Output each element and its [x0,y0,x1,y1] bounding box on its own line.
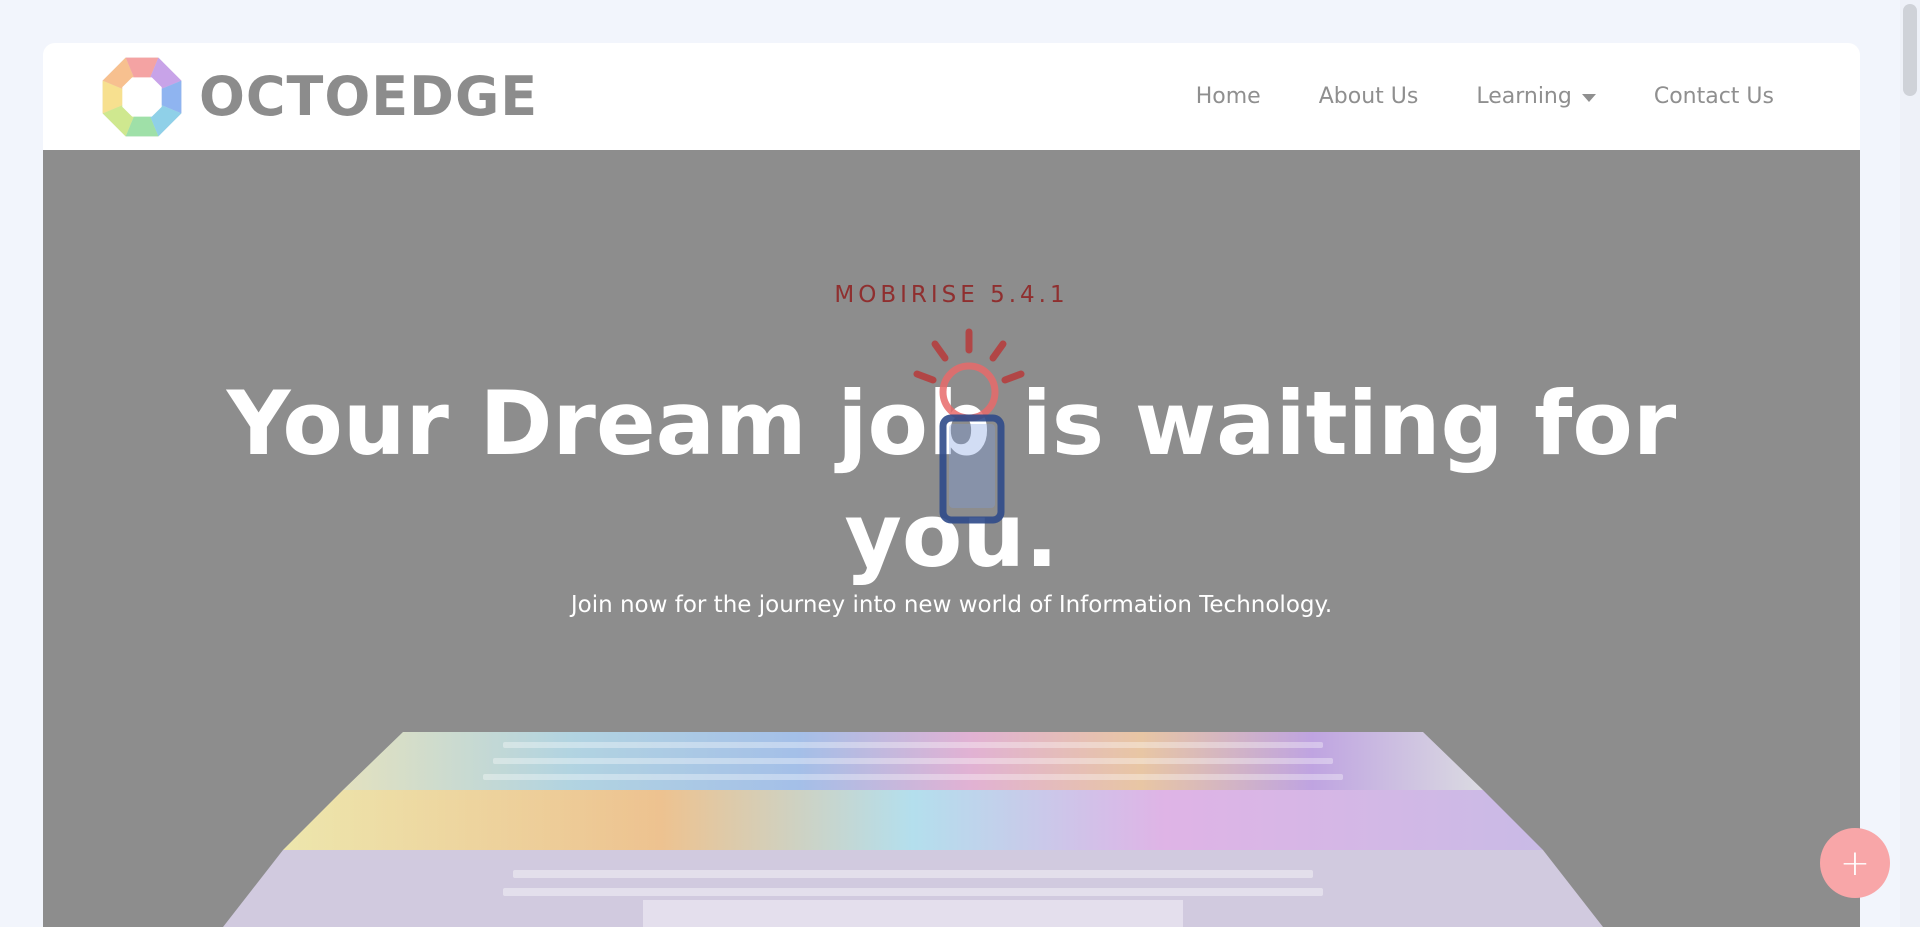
brand-link[interactable]: OCTOEDGE [101,56,538,138]
nav-learning-label: Learning [1476,84,1572,109]
hero-headline: Your Dream job is waiting for you. [226,372,1677,587]
site-header: OCTOEDGE Home About Us Learning Contact … [43,43,1860,150]
add-button[interactable]: + [1820,828,1890,898]
plus-icon: + [1839,842,1871,884]
nav-contact-us[interactable]: Contact Us [1654,84,1774,109]
page: OCTOEDGE Home About Us Learning Contact … [0,0,1920,927]
page-scrollbar[interactable] [1900,0,1920,927]
nav-learning-dropdown[interactable]: Learning [1476,84,1596,109]
brand-name: OCTOEDGE [199,65,539,128]
hero-subline: Join now for the journey into new world … [570,592,1333,618]
nav-about-us[interactable]: About Us [1319,84,1419,109]
nav-about-us-label: About Us [1318,84,1419,109]
octagon-ring-logo-icon [102,57,182,136]
nav-contact-us-label: Contact Us [1653,84,1774,109]
nav-home[interactable]: Home [1196,84,1261,109]
hero-section: MOBIRISE 5.4.1 Your Dream job is waiting… [43,150,1860,927]
nav-home-label: Home [1195,84,1261,109]
scrollbar-thumb[interactable] [1903,4,1917,96]
laptop-keyboard-photo [223,732,1603,927]
main-nav: Home About Us Learning Contact Us [1196,84,1774,109]
chevron-down-icon [1581,93,1596,102]
hero-kicker: MOBIRISE 5.4.1 [834,282,1069,308]
